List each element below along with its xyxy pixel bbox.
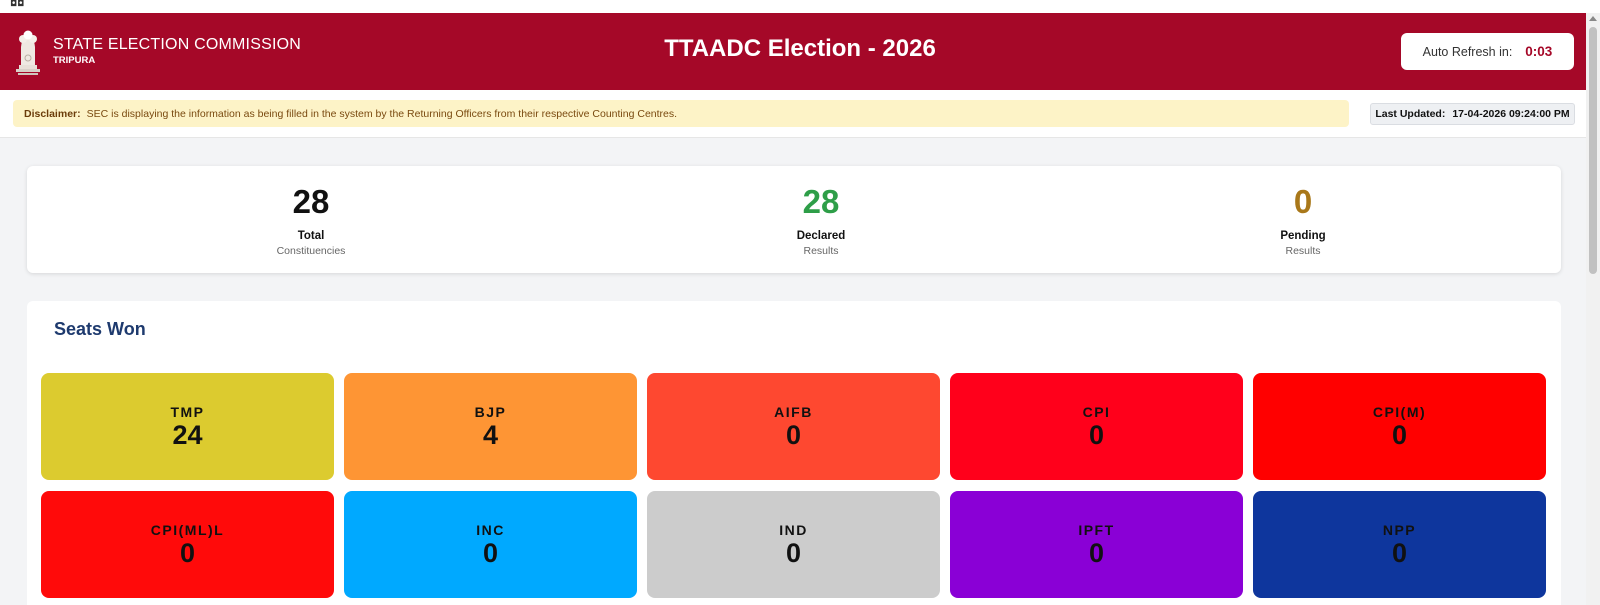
- party-tile: BJP 4: [344, 373, 637, 480]
- stat-pending: 0 Pending Results: [1203, 182, 1403, 257]
- auto-refresh-box: Auto Refresh in: 0:03: [1401, 33, 1574, 70]
- party-seat-count: 0: [179, 537, 196, 568]
- party-abbr: BJP: [474, 403, 507, 420]
- stat-total-sub: Constituencies: [276, 245, 346, 257]
- last-updated-badge: Last Updated: 17-04-2026 09:24:00 PM: [1370, 103, 1575, 125]
- seats-won-title: Seats Won: [54, 319, 146, 339]
- party-seat-count: 0: [1391, 537, 1408, 568]
- party-abbr: CPI(ML)L: [150, 521, 225, 538]
- party-abbr: IND: [779, 521, 808, 538]
- disclaimer-label: Disclaimer:: [24, 107, 81, 120]
- stat-declared-label: Declared: [796, 230, 846, 242]
- party-abbr: NPP: [1382, 521, 1417, 538]
- seats-won-card: Seats Won TMP 24 BJP 4 AIFB 0 CPI 0 CPI(M) 0 CPI(M…: [27, 301, 1561, 605]
- party-abbr: CPI: [1082, 403, 1111, 420]
- party-abbr: INC: [476, 521, 505, 538]
- party-seat-count: 24: [172, 419, 203, 450]
- party-tile: IND 0: [647, 491, 940, 598]
- browser-top-strip: ◘◘: [0, 0, 1600, 13]
- party-seat-count: 4: [482, 419, 499, 450]
- notice-bar: Disclaimer: SEC is displaying the inform…: [0, 90, 1600, 138]
- page-title: TTAADC Election - 2026: [664, 35, 936, 62]
- party-abbr: TMP: [170, 403, 205, 420]
- corner-glyph: ◘◘: [10, 0, 25, 9]
- stat-pending-value: 0: [1293, 183, 1313, 220]
- party-tile: IPFT 0: [950, 491, 1243, 598]
- party-tile: CPI(ML)L 0: [41, 491, 334, 598]
- scroll-up-arrow-icon[interactable]: [1589, 16, 1597, 21]
- stat-total: 28 Total Constituencies: [211, 182, 411, 257]
- auto-refresh-timer: 0:03: [1525, 44, 1553, 59]
- party-seat-count: 0: [1088, 537, 1105, 568]
- disclaimer-banner: Disclaimer: SEC is displaying the inform…: [13, 100, 1349, 127]
- auto-refresh-label: Auto Refresh in:: [1422, 44, 1513, 59]
- stat-total-value: 28: [292, 183, 330, 220]
- party-seat-count: 0: [1088, 419, 1105, 450]
- last-updated-label: Last Updated:: [1375, 108, 1446, 120]
- stat-declared-value: 28: [802, 183, 840, 220]
- party-seat-count: 0: [785, 419, 802, 450]
- scrollbar-thumb[interactable]: [1589, 27, 1597, 274]
- party-grid: TMP 24 BJP 4 AIFB 0 CPI 0 CPI(M) 0 CPI(ML)L 0 INC 0 IN…: [41, 373, 1546, 598]
- party-tile: INC 0: [344, 491, 637, 598]
- party-abbr: IPFT: [1078, 521, 1115, 538]
- page-scrollbar[interactable]: [1586, 13, 1600, 605]
- stat-pending-label: Pending: [1280, 230, 1326, 242]
- party-tile: CPI 0: [950, 373, 1243, 480]
- party-tile: AIFB 0: [647, 373, 940, 480]
- party-tile: TMP 24: [41, 373, 334, 480]
- party-seat-count: 0: [482, 537, 499, 568]
- stat-pending-sub: Results: [1285, 245, 1321, 257]
- party-tile: CPI(M) 0: [1253, 373, 1546, 480]
- stat-declared-sub: Results: [803, 245, 839, 257]
- party-abbr: AIFB: [774, 403, 813, 420]
- party-seat-count: 0: [785, 537, 802, 568]
- party-seat-count: 0: [1391, 419, 1408, 450]
- summary-stats-card: 28 Total Constituencies 28 Declared Resu…: [27, 166, 1561, 273]
- last-updated-value: 17-04-2026 09:24:00 PM: [1452, 108, 1570, 120]
- party-abbr: CPI(M): [1372, 403, 1427, 420]
- stat-declared: 28 Declared Results: [721, 182, 921, 257]
- stat-total-label: Total: [297, 230, 325, 242]
- disclaimer-text: SEC is displaying the information as bei…: [86, 107, 678, 120]
- header-banner: STATE ELECTION COMMISSION TRIPURA TTAADC…: [0, 13, 1600, 90]
- party-tile: NPP 0: [1253, 491, 1546, 598]
